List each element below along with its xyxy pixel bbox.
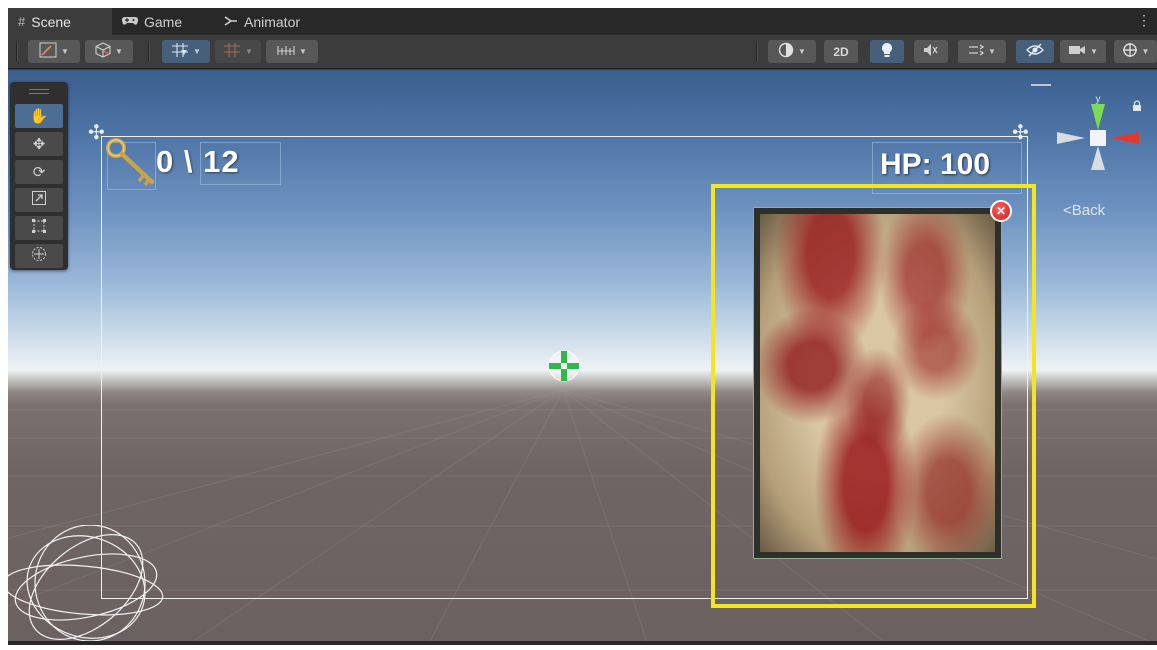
hand-tool[interactable]: ✋ (15, 104, 63, 128)
gizmo-drag-handle[interactable] (1031, 84, 1051, 86)
hand-icon: ✋ (29, 108, 49, 125)
tab-animator-label: Animator (244, 13, 301, 30)
toolbar-separator (148, 41, 150, 62)
toggle-2d-button[interactable]: 2D (824, 40, 858, 63)
move-tool[interactable]: ✥ (15, 132, 63, 156)
shading-mode-dropdown[interactable]: ▼ (768, 40, 816, 63)
chevron-down-icon: ▼ (61, 47, 69, 56)
effects-dropdown[interactable]: ▼ (958, 40, 1006, 63)
grid-icon (223, 42, 241, 61)
light-gizmo-icon (8, 525, 164, 642)
animator-icon (224, 14, 238, 29)
audio-toggle[interactable] (914, 40, 948, 63)
toggle-2d-label: 2D (833, 44, 849, 59)
lighting-toggle[interactable] (870, 40, 904, 63)
chevron-down-icon: ▼ (988, 47, 996, 56)
toolbar-separator (756, 41, 758, 62)
rect-tool[interactable] (15, 216, 63, 240)
chevron-down-icon: ▼ (798, 47, 806, 56)
chevron-down-icon: ▼ (1141, 47, 1150, 56)
scene-viewport[interactable]: ✣ ✣ 0 \ 12 HP: 100 ✕ ✋ ✥ ⟳ y <Back (8, 70, 1157, 645)
toolbar-separator (16, 41, 18, 62)
ruler-icon (277, 43, 295, 60)
scale-icon (31, 190, 47, 210)
gizmo-back-label: Back (1071, 202, 1106, 219)
transform-icon (31, 246, 47, 266)
chevron-down-icon: ▼ (245, 47, 253, 56)
tool-palette: ✋ ✥ ⟳ (10, 82, 68, 270)
brush-icon (39, 42, 57, 61)
rotate-icon: ⟳ (32, 164, 46, 181)
more-options-icon[interactable]: ⋮ (1137, 12, 1151, 29)
close-button[interactable]: ✕ (990, 200, 1012, 222)
palette-grip[interactable] (29, 89, 49, 94)
gamepad-icon (121, 14, 139, 29)
rect-icon (31, 218, 47, 238)
gizmos-dropdown[interactable]: ▼ (1114, 40, 1157, 63)
tab-game[interactable]: Game (112, 8, 206, 35)
lightbulb-icon (881, 42, 893, 61)
cube-icon (95, 42, 111, 61)
gizmo-icon (1122, 42, 1138, 61)
orientation-gizmo[interactable]: y (1053, 90, 1143, 190)
paper-note-image[interactable] (753, 207, 1002, 559)
gizmo-view-label[interactable]: <Back (1063, 202, 1105, 219)
audio-icon (923, 43, 939, 60)
chevron-down-icon: ▼ (115, 47, 123, 56)
scene-window: # Scene Game Animator ⋮ ▼ ▼ ▼ ▼ ▼ ▼ 2D ▼… (8, 8, 1157, 645)
hidden-eye-icon (1026, 43, 1044, 60)
axis-y-label: y (1096, 94, 1101, 105)
render-mode-dropdown[interactable]: ▼ (85, 40, 133, 63)
scene-visibility-toggle[interactable] (1016, 40, 1054, 63)
blood-stained-paper-texture (760, 214, 995, 552)
tab-animator[interactable]: Animator (214, 8, 324, 35)
effects-icon (968, 43, 985, 60)
chevron-down-icon: ▼ (193, 47, 201, 56)
increment-snap-dropdown[interactable]: ▼ (266, 40, 318, 63)
chevron-down-icon: ▼ (1090, 47, 1098, 56)
camera-icon (1068, 44, 1086, 59)
draw-mode-dropdown[interactable]: ▼ (28, 40, 80, 63)
move-arrows-icon: ✥ (32, 136, 46, 153)
camera-dropdown[interactable]: ▼ (1060, 40, 1106, 63)
scene-toolbar: ▼ ▼ ▼ ▼ ▼ ▼ 2D ▼ ▼ ▼ (8, 35, 1157, 69)
hp-text: HP: 100 (880, 148, 991, 181)
key-count-text: 0 \ 12 (156, 144, 240, 179)
tab-bar: # Scene Game Animator ⋮ (8, 8, 1157, 35)
bottom-border (8, 641, 1157, 645)
grid-snap-icon (171, 42, 189, 61)
rotate-tool[interactable]: ⟳ (15, 160, 63, 184)
grid-dropdown[interactable]: ▼ (215, 40, 261, 63)
anchor-handle-top-left[interactable]: ✣ (88, 123, 105, 143)
hash-icon: # (18, 14, 26, 29)
tab-scene-label: Scene (31, 13, 71, 30)
scale-tool[interactable] (15, 188, 63, 212)
chevron-down-icon: ▼ (299, 47, 307, 56)
shading-sphere-icon (778, 42, 794, 61)
tab-game-label: Game (144, 13, 183, 30)
transform-pivot-icon[interactable] (546, 348, 582, 389)
grid-snap-dropdown[interactable]: ▼ (162, 40, 210, 63)
transform-tool[interactable] (15, 244, 63, 268)
anchor-handle-top-right[interactable]: ✣ (1012, 123, 1029, 143)
key-icon (104, 136, 162, 195)
chevron-left-icon: < (1063, 202, 1072, 219)
tab-scene[interactable]: # Scene (8, 8, 112, 35)
